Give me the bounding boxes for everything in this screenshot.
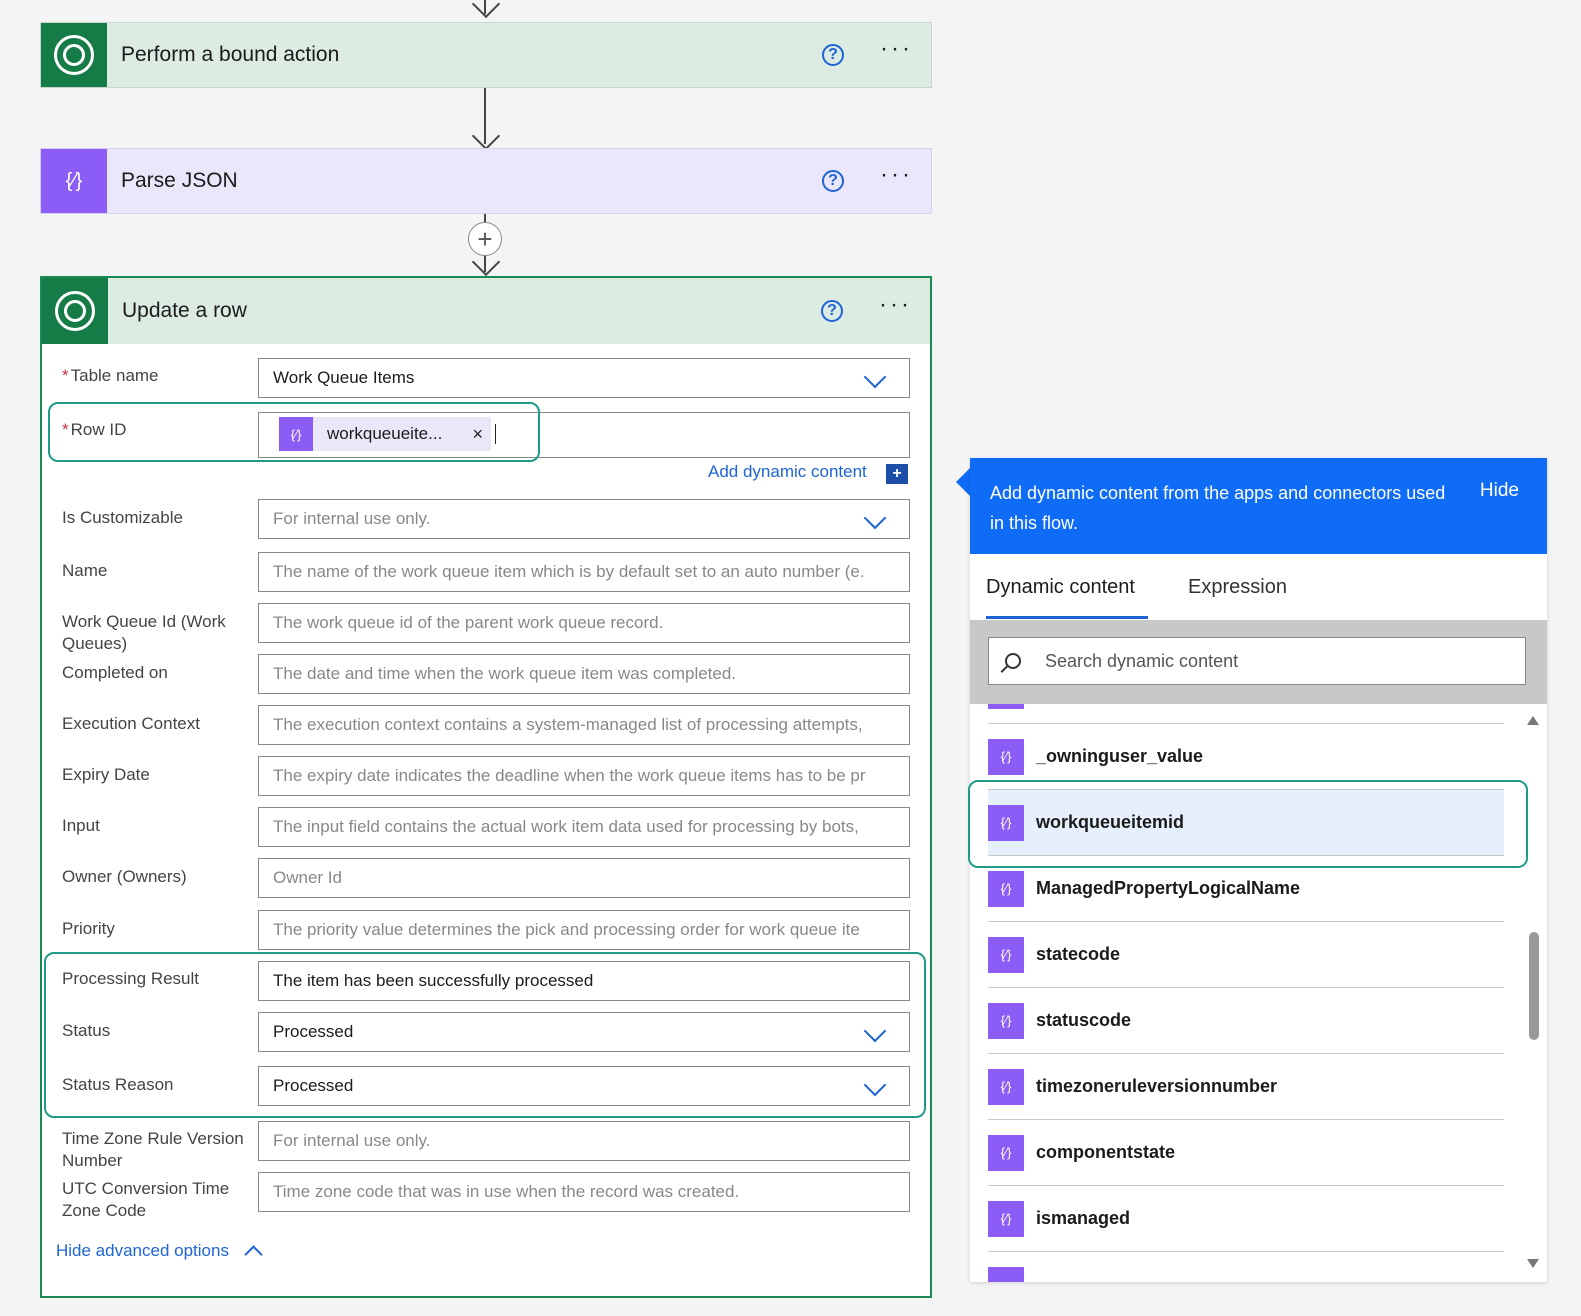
list-item-partial (988, 704, 1504, 724)
priority-input[interactable]: The priority value determines the pick a… (258, 910, 910, 950)
list-item-partial (988, 1252, 1504, 1282)
list-item[interactable]: {⁄} timezoneruleversionnumber (988, 1054, 1504, 1120)
chevron-down-icon (863, 506, 887, 530)
utc-conversion-input[interactable]: Time zone code that was in use when the … (258, 1172, 910, 1212)
more-options-icon[interactable]: ··· (880, 163, 913, 199)
owner-input[interactable]: Owner Id (258, 858, 910, 898)
search-area (970, 620, 1547, 704)
help-icon[interactable]: ? (821, 300, 844, 322)
chevron-up-icon (244, 1245, 263, 1264)
action-card-update-row: Update a row ? ··· * Table name Work Queu… (40, 276, 932, 1298)
parse-json-icon: {⁄} (988, 1068, 1024, 1105)
more-options-icon[interactable]: ··· (880, 37, 913, 73)
row-id-highlight (48, 402, 540, 462)
search-input[interactable] (1043, 649, 1487, 673)
name-input[interactable]: The name of the work queue item which is… (258, 552, 910, 592)
input-label: Input (62, 816, 100, 835)
is-customizable-select[interactable]: For internal use only. (258, 499, 910, 539)
list-item[interactable]: {⁄} statuscode (988, 988, 1504, 1054)
execution-context-label: Execution Context (62, 714, 200, 733)
parse-json-icon: {⁄} (988, 1200, 1024, 1237)
action-card-bound-action[interactable]: Perform a bound action ? ··· (40, 22, 932, 88)
name-label: Name (62, 561, 108, 580)
parse-json-icon: {⁄} (988, 870, 1024, 907)
hide-advanced-options-link[interactable]: Hide advanced options (56, 1240, 263, 1264)
tab-dynamic-content[interactable]: Dynamic content (986, 576, 1135, 599)
action-title: Parse JSON (121, 169, 238, 192)
status-fields-highlight (44, 952, 926, 1118)
dataverse-icon (41, 23, 107, 87)
list-item[interactable]: {⁄} componentstate (988, 1120, 1504, 1186)
add-dynamic-content-icon[interactable]: + (886, 464, 908, 484)
list-item[interactable]: {⁄} statecode (988, 922, 1504, 988)
update-row-header[interactable]: Update a row ? ··· (42, 278, 930, 344)
completed-on-label: Completed on (62, 663, 168, 682)
utc-conversion-label: UTC Conversion Time Zone Code (62, 1179, 230, 1220)
owner-label: Owner (Owners) (62, 867, 187, 886)
action-title: Update a row (122, 299, 247, 322)
time-zone-rule-label: Time Zone Rule Version Number (62, 1129, 244, 1170)
completed-on-input[interactable]: The date and time when the work queue it… (258, 654, 910, 694)
work-queue-id-input[interactable]: The work queue id of the parent work que… (258, 603, 910, 643)
help-icon[interactable]: ? (822, 170, 845, 192)
hide-panel-button[interactable]: Hide (1480, 480, 1519, 502)
dynamic-panel-description: Add dynamic content from the apps and co… (990, 483, 1446, 533)
dynamic-content-panel: Add dynamic content from the apps and co… (968, 458, 1547, 1282)
selected-item-highlight (968, 780, 1528, 868)
help-icon[interactable]: ? (822, 44, 845, 66)
parse-json-icon: {⁄} (988, 936, 1024, 973)
dynamic-panel-tabs: Dynamic content Expression (970, 554, 1547, 620)
action-card-parse-json[interactable]: {⁄} Parse JSON ? ··· (40, 148, 932, 214)
work-queue-id-label: Work Queue Id (Work Queues) (62, 612, 226, 653)
table-name-label: * Table name (62, 366, 159, 385)
parse-json-icon: {⁄} (41, 149, 107, 213)
parse-json-icon: {⁄} (988, 1002, 1024, 1039)
table-name-select[interactable]: Work Queue Items (258, 358, 910, 398)
list-item[interactable]: {⁄} ismanaged (988, 1186, 1504, 1252)
time-zone-rule-input[interactable]: For internal use only. (258, 1121, 910, 1161)
expiry-date-input[interactable]: The expiry date indicates the deadline w… (258, 756, 910, 796)
panel-pointer (956, 468, 970, 496)
scroll-down-arrow[interactable] (1527, 1259, 1539, 1268)
execution-context-input[interactable]: The execution context contains a system-… (258, 705, 910, 745)
scrollbar-thumb[interactable] (1529, 932, 1539, 1040)
more-options-icon[interactable]: ··· (879, 293, 912, 329)
active-tab-indicator (986, 616, 1148, 619)
parse-json-icon: {⁄} (988, 738, 1024, 775)
dynamic-panel-header: Add dynamic content from the apps and co… (970, 458, 1547, 554)
add-dynamic-content-link[interactable]: Add dynamic content (708, 462, 867, 482)
search-icon (1005, 653, 1021, 669)
priority-label: Priority (62, 919, 115, 938)
scroll-up-arrow[interactable] (1527, 716, 1539, 725)
connector-arrow (471, 121, 501, 151)
input-field[interactable]: The input field contains the actual work… (258, 807, 910, 847)
connector-arrow-top (471, 0, 501, 19)
dataverse-icon (42, 278, 108, 344)
tab-expression[interactable]: Expression (1188, 576, 1287, 599)
search-box[interactable] (988, 637, 1526, 685)
expiry-date-label: Expiry Date (62, 765, 150, 784)
action-title: Perform a bound action (121, 43, 340, 66)
chevron-down-icon (863, 365, 887, 389)
is-customizable-label: Is Customizable (62, 508, 183, 527)
parse-json-icon: {⁄} (988, 1134, 1024, 1171)
